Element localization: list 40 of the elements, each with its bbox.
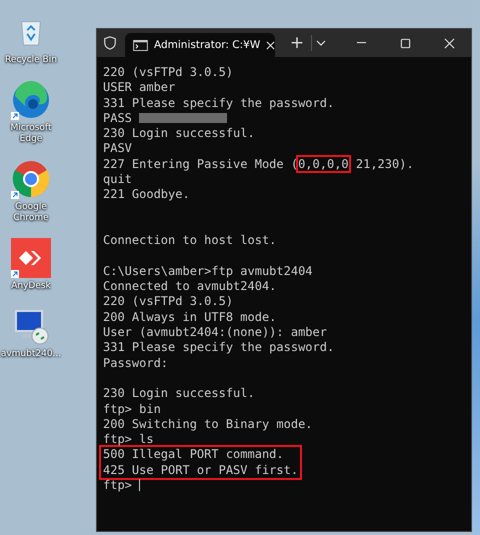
terminal-line: 220 (vsFTPd 3.0.5) bbox=[103, 65, 234, 80]
terminal-line: 200 Always in UTF8 mode. bbox=[103, 310, 278, 326]
terminal-line: ftp> bin bbox=[103, 402, 162, 417]
terminal-line: 331 Please specify the password. bbox=[103, 96, 336, 111]
terminal-line: 331 Please specify the password. bbox=[103, 340, 336, 356]
terminal-prompt: ftp> bbox=[103, 478, 132, 492]
terminal-line: 227 Entering Passive Mode (0,0,0,0 21,230). bbox=[103, 156, 414, 171]
terminal-line: PASV bbox=[103, 141, 133, 157]
terminal-line: USER amber bbox=[103, 80, 176, 96]
terminal-tab[interactable]: Administrator: C:¥W bbox=[125, 33, 275, 57]
tab-title: Administrator: C:¥W bbox=[154, 39, 260, 51]
terminal-line: 220 (vsFTPd 3.0.5) bbox=[103, 294, 234, 310]
desktop-shortcut[interactable]: AnyDesk bbox=[0, 238, 62, 292]
new-tab-button[interactable]: + bbox=[283, 29, 311, 57]
terminal-line: User (avmubt2404:(none)): amber bbox=[103, 325, 328, 340]
terminal-line: 221 Goodbye. bbox=[103, 187, 191, 203]
terminal-line: 230 Login successful. bbox=[103, 126, 256, 142]
desktop-shortcut[interactable]: Google Chrome bbox=[0, 159, 62, 224]
shortcut-label: AnyDesk bbox=[11, 281, 51, 292]
desktop-shortcut[interactable]: Recycle Bin bbox=[0, 12, 62, 66]
shortcut-label: Recycle Bin bbox=[5, 55, 57, 66]
terminal-icon bbox=[133, 40, 148, 50]
terminal-line: Password: bbox=[103, 356, 170, 371]
close-icon[interactable] bbox=[266, 40, 276, 50]
terminal-line: Connected to avmubt2404. bbox=[103, 279, 278, 294]
terminal-line: 425 Use PORT or PASV first. bbox=[103, 462, 298, 478]
desktop-shortcut[interactable]: avmubt240... bbox=[0, 306, 62, 360]
terminal-line: 500 Illegal PORT command. bbox=[103, 447, 285, 463]
terminal-line: ftp> ls bbox=[103, 432, 155, 448]
shortcut-label: Google Chrome bbox=[12, 202, 50, 224]
terminal-line: Connection to host lost. bbox=[103, 233, 278, 249]
text-cursor bbox=[138, 479, 140, 492]
shortcut-label: avmubt240... bbox=[0, 349, 62, 360]
terminal-line: 200 Switching to Binary mode. bbox=[103, 416, 314, 432]
terminal-line: quit bbox=[103, 172, 133, 188]
terminal-line: PASS bbox=[103, 110, 132, 125]
shortcut-label: Microsoft Edge bbox=[10, 123, 52, 145]
terminal-line: 230 Login successful. bbox=[103, 386, 256, 402]
desktop-shortcut[interactable]: Microsoft Edge bbox=[0, 80, 62, 145]
terminal-line: C:\Users\amber>ftp avmubt2404 bbox=[103, 264, 314, 280]
